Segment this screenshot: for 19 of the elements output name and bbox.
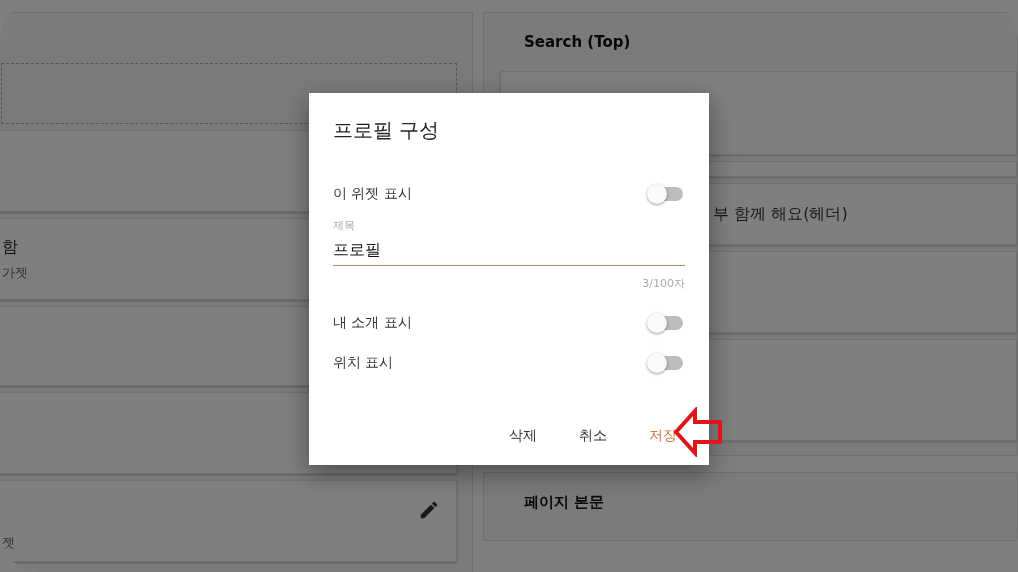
edit-icon[interactable] — [418, 499, 440, 521]
widget-description: 가젯 — [2, 263, 28, 282]
toggle-label: 내 소개 표시 — [333, 314, 412, 332]
widget-title: 부 함께 해요(헤더) — [713, 203, 848, 225]
character-counter: 3/100자 — [642, 276, 685, 291]
dialog-title: 프로필 구성 — [333, 117, 441, 144]
section-title: Search (Top) — [523, 32, 631, 53]
toggle-label: 이 위젯 표시 — [333, 185, 412, 203]
field-label: 제목 — [333, 218, 355, 233]
widget-description: 젯 — [2, 534, 15, 552]
dialog-button[interactable]: 삭제 — [495, 419, 551, 453]
toggle-switch[interactable] — [649, 316, 683, 330]
toggle-switch[interactable] — [649, 187, 683, 201]
toggle-switch[interactable] — [649, 356, 683, 370]
toggle-label: 위치 표시 — [333, 354, 394, 372]
widget-title: 함 — [2, 236, 18, 258]
section-title: 페이지 본문 — [523, 492, 605, 513]
dialog-button[interactable]: 취소 — [565, 419, 621, 453]
arrow-icon — [673, 407, 723, 457]
